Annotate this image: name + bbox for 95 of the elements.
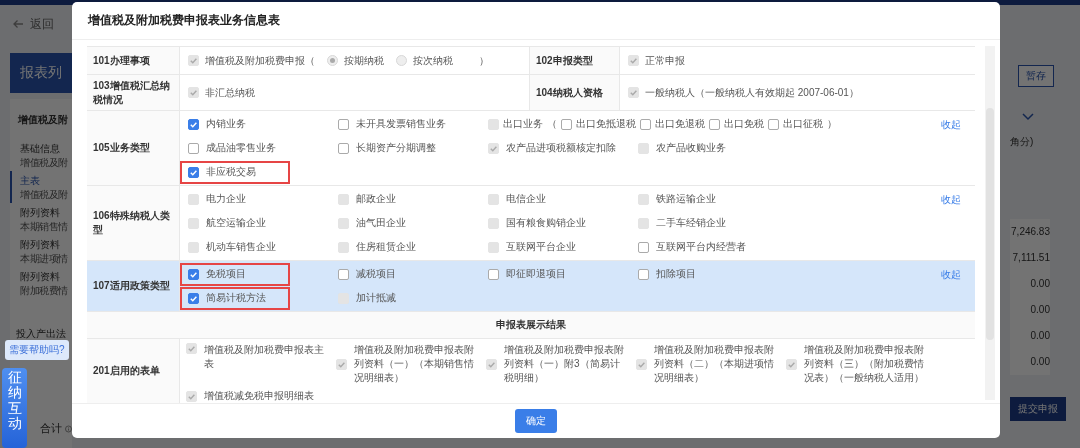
sidebar-item[interactable]: 附列资料 本期进项情	[10, 235, 72, 267]
option-label: 简易计税方法	[206, 291, 266, 305]
option-label: 增值税及附加税费申报表附列资料（二）（本期进项情况明细表）	[654, 343, 775, 385]
field-label: 201启用的表单	[87, 339, 180, 403]
report-list-title: 报表列	[10, 53, 72, 93]
option-label: 非汇总纳税	[205, 85, 255, 100]
option-label: 出口业务	[503, 117, 543, 131]
field-label: 101办理事项	[87, 47, 180, 74]
option-label: 扣除项目	[656, 267, 696, 281]
radio-button[interactable]	[396, 55, 407, 66]
option-label: 电信企业	[506, 192, 546, 206]
option-label: 增值税及附加税费申报表附列资料（一）附3（简易计税明细）	[504, 343, 625, 385]
option-label: 油气田企业	[356, 216, 406, 230]
amount-cell-text: 0.00	[1029, 303, 1050, 317]
section-header: 申报表展示结果	[87, 312, 975, 339]
back-link[interactable]: 返回	[30, 15, 54, 33]
option-label: 出口免抵退税	[576, 117, 636, 131]
option-label: 增值税及附加税费申报表附列资料（三）（附加税费情况表）（一般纳税人适用）	[804, 343, 925, 385]
radio-button[interactable]	[327, 55, 338, 66]
option-label: 航空运输企业	[206, 216, 266, 230]
option-label: 电力企业	[206, 192, 246, 206]
option-label: 增值税及附加税费申报（	[205, 53, 315, 68]
amount-cell-text: 0.00	[1029, 355, 1050, 369]
bracket-text: ）	[827, 117, 837, 131]
option-label: 内销业务	[206, 117, 246, 131]
section-title: 增值税及附	[17, 113, 69, 127]
checkbox[interactable]	[638, 241, 649, 253]
collapse-link[interactable]: 收起	[941, 193, 961, 207]
option-label: 出口征税	[783, 117, 823, 131]
checkbox[interactable]	[488, 268, 499, 280]
field-label: 105业务类型	[87, 111, 180, 185]
amount-cell-text: 0.00	[1029, 329, 1050, 343]
option-label: 非应税交易	[206, 165, 256, 179]
checkbox[interactable]	[338, 118, 349, 130]
checkbox[interactable]	[338, 142, 349, 154]
sidebar-item[interactable]: 投入产出法	[10, 299, 72, 341]
option-label: 互联网平台企业	[506, 240, 576, 254]
option-label: 出口免退税	[655, 117, 705, 131]
option-label: 加计抵减	[356, 291, 396, 305]
option-label: 二手车经销企业	[656, 216, 726, 230]
option-label: 机动车销售企业	[206, 240, 276, 254]
option-label: 农产品收购业务	[656, 141, 726, 155]
option-label: 国有粮食购销企业	[506, 216, 586, 230]
collapse-link[interactable]: 收起	[941, 268, 961, 282]
amount-cell-text: 7,111.51	[1011, 251, 1050, 265]
field-label: 103增值税汇总纳税情况	[87, 75, 180, 110]
checkbox[interactable]	[188, 292, 199, 304]
option-label: 增值税及附加税费申报表附列资料（一）（本期销售情况明细表）	[354, 343, 475, 385]
dialog-title: 增值税及附加税费申报表业务信息表	[88, 12, 280, 29]
option-label: 一般纳税人（一般纳税人有效期起 2007-06-01）	[645, 85, 859, 100]
help-button[interactable]: 征纳互动	[2, 368, 27, 448]
bracket-text: ）	[479, 53, 489, 68]
bracket-text: （	[547, 117, 557, 131]
sidebar-item[interactable]: 基础信息 增值税及附	[10, 139, 72, 171]
option-label: 正常申报	[645, 53, 685, 68]
option-label: 按次纳税	[413, 53, 453, 68]
option-label: 增值税及附加税费申报表主表	[204, 343, 325, 371]
unit-note: 角分)	[1010, 135, 1034, 149]
save-draft-button[interactable]: 暂存	[1018, 65, 1054, 87]
confirm-button[interactable]: 确定	[515, 409, 557, 433]
collapse-link[interactable]: 收起	[941, 118, 961, 132]
option-label: 按期纳税	[344, 53, 384, 68]
option-label: 即征即退项目	[506, 267, 566, 281]
checkbox[interactable]	[188, 142, 199, 154]
option-label: 减税项目	[356, 267, 396, 281]
chevron-down-icon[interactable]	[1022, 113, 1034, 121]
amount-cell-text: 0.00	[1029, 277, 1050, 291]
help-tooltip: 需要帮助吗?	[5, 340, 69, 360]
option-label: 住房租赁企业	[356, 240, 416, 254]
option-label: 出口免税	[724, 117, 764, 131]
checkbox[interactable]	[338, 268, 349, 280]
back-arrow-icon[interactable]	[12, 19, 24, 29]
option-label: 农产品进项税额核定扣除	[506, 141, 616, 155]
option-label: 成品油零售业务	[206, 141, 276, 155]
option-label: 免税项目	[206, 267, 246, 281]
field-label: 102申报类型	[530, 47, 620, 74]
info-icon[interactable]	[65, 423, 72, 434]
field-label: 104纳税人资格	[530, 75, 620, 110]
submit-button[interactable]: 提交申报	[1010, 397, 1066, 421]
sidebar-item[interactable]: 附列资料 本期销售情	[10, 203, 72, 235]
option-label: 长期资产分期调整	[356, 141, 436, 155]
option-label: 增值税减免税申报明细表	[204, 389, 314, 403]
option-label: 未开具发票销售业务	[356, 117, 446, 131]
checkbox[interactable]	[188, 166, 199, 178]
option-label: 邮政企业	[356, 192, 396, 206]
amount-cell-text: 7,246.83	[1010, 225, 1050, 239]
total-label: 合计	[40, 421, 62, 436]
checkbox[interactable]	[638, 268, 649, 280]
checkbox[interactable]	[188, 118, 199, 130]
field-label: 106特殊纳税人类型	[87, 186, 180, 260]
checkbox[interactable]	[188, 268, 199, 280]
option-label: 互联网平台内经营者	[656, 240, 746, 254]
sidebar-item[interactable]: 附列资料 附加税费情	[10, 267, 72, 299]
option-label: 铁路运输企业	[656, 192, 716, 206]
scrollbar[interactable]	[985, 46, 995, 400]
